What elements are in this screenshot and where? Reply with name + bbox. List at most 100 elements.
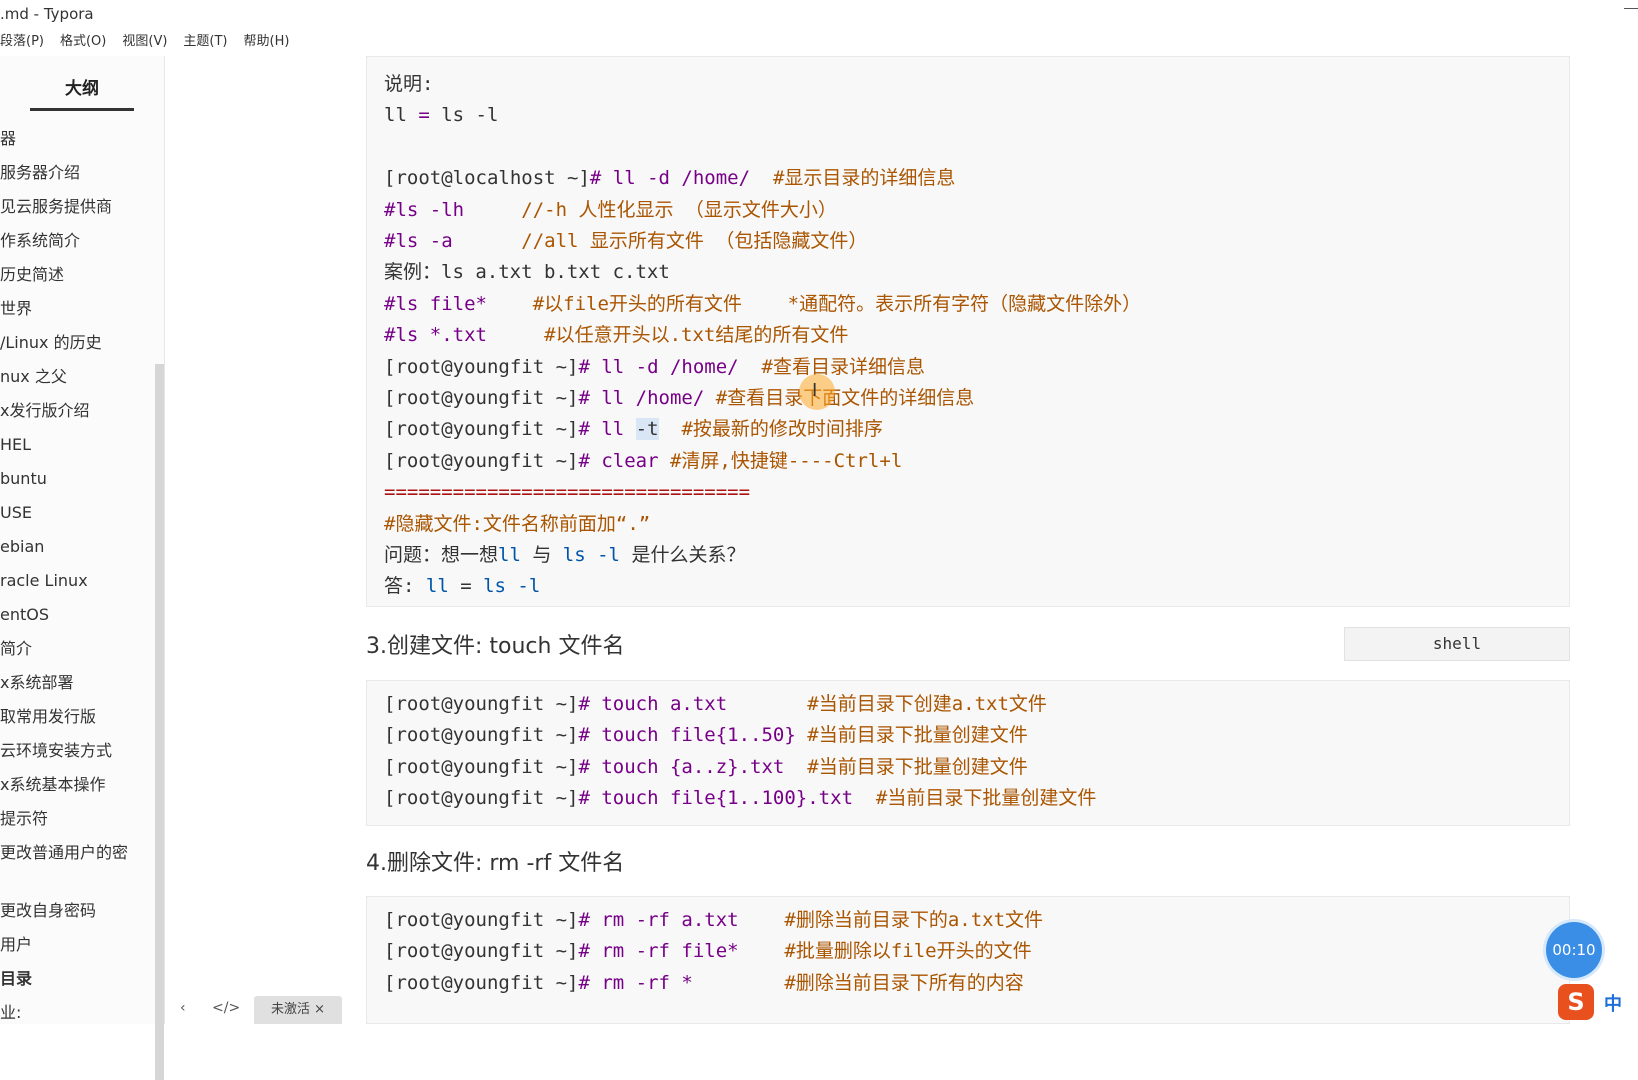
code-line[interactable]: 问题：想一想ll 与 ls -l 是什么关系？: [384, 539, 745, 571]
code-line[interactable]: [root@youngfit ~]# rm -rf * #删除当前目录下所有的内…: [384, 967, 1024, 999]
activation-status-badge[interactable]: 未激活 ×: [254, 996, 342, 1024]
code-block-rm[interactable]: [root@youngfit ~]# rm -rf a.txt #删除当前目录下…: [366, 896, 1570, 1024]
outline-item[interactable]: 服务器介绍: [0, 156, 128, 190]
code-line[interactable]: ================================: [384, 476, 750, 508]
code-line[interactable]: [root@youngfit ~]# ll -t #按最新的修改时间排序: [384, 413, 883, 445]
outline-item[interactable]: 目录: [0, 962, 128, 996]
editor[interactable]: 说明: ll = ls -l [root@localhost ~]# ll -d /…: [366, 0, 1572, 1024]
ime-toolbar[interactable]: S 中: [1558, 984, 1638, 1020]
code-token: [root@youngfit ~]: [384, 449, 579, 472]
outline-item[interactable]: 简介: [0, 632, 128, 666]
code-line[interactable]: #隐藏文件:文件名称前面加“.”: [384, 508, 650, 540]
code-token: [root@youngfit ~]: [384, 724, 579, 747]
menu-theme[interactable]: 主题(T): [183, 30, 227, 54]
code-token: ls -l: [429, 104, 499, 127]
code-token: #以任意开头以.txt结尾的所有文件: [486, 324, 849, 347]
code-token: #ls -lh: [384, 198, 465, 221]
code-line[interactable]: [root@youngfit ~]# rm -rf a.txt #删除当前目录下…: [384, 904, 1043, 936]
code-line[interactable]: #ls file* #以file开头的所有文件 *通配符。表示所有字符（隐藏文件…: [384, 288, 1141, 320]
code-token: # rm -rf *: [578, 971, 693, 994]
code-block-touch[interactable]: [root@youngfit ~]# touch a.txt #当前目录下创建a…: [366, 680, 1570, 826]
outline-item[interactable]: ebian: [0, 530, 128, 564]
code-token: =: [418, 104, 430, 127]
outline-item[interactable]: x系统部署: [0, 666, 128, 700]
code-token: # ll -d /home/: [589, 167, 751, 190]
outline-item[interactable]: x系统基本操作: [0, 768, 128, 802]
text-cursor-icon: I: [812, 380, 818, 401]
outline-item[interactable]: x发行版介绍: [0, 394, 128, 428]
outline-item[interactable]: 提示符: [0, 802, 128, 836]
code-line[interactable]: [root@youngfit ~]# touch {a..z}.txt #当前目…: [384, 751, 1028, 783]
outline-item[interactable]: 世界: [0, 292, 128, 326]
code-token: # touch a.txt: [578, 693, 728, 715]
menu-help[interactable]: 帮助(H): [244, 30, 290, 54]
outline-item[interactable]: USE: [0, 496, 128, 530]
heading-create-file: 3.创建文件: touch 文件名: [366, 634, 625, 659]
outline-item[interactable]: 历史简述: [0, 258, 128, 292]
code-line[interactable]: #ls *.txt #以任意开头以.txt结尾的所有文件: [384, 319, 848, 351]
tab-outline[interactable]: 大纲: [30, 74, 134, 99]
source-mode-icon[interactable]: </>: [212, 1000, 240, 1016]
code-token: # rm -rf file*: [578, 940, 739, 963]
code-line[interactable]: [root@youngfit ~]# touch file{1..50} #当前…: [384, 719, 1028, 751]
code-line[interactable]: ll = ls -l: [384, 99, 498, 131]
outline-item[interactable]: 作系统简介: [0, 224, 128, 258]
code-token: 问题：想一想: [384, 544, 499, 566]
menu-bar: 段落(P) 格式(O) 视图(V) 主题(T) 帮助(H): [0, 30, 305, 54]
code-line[interactable]: [root@youngfit ~]# ll /home/ #查看目录下面文件的详…: [384, 382, 974, 414]
code-line[interactable]: 案例：ls a.txt b.txt c.txt: [384, 256, 670, 288]
code-line[interactable]: 说明:: [384, 68, 433, 100]
code-line[interactable]: 答: ll = ls -l: [384, 570, 540, 602]
code-token: # ll -d /home/: [578, 355, 739, 378]
code-token: ll: [425, 575, 449, 598]
code-language-label[interactable]: shell: [1344, 627, 1570, 661]
code-token: # rm -rf a.txt: [578, 909, 739, 931]
code-token: #ls -a: [384, 230, 453, 252]
menu-paragraph[interactable]: 段落(P): [0, 30, 44, 54]
menu-format[interactable]: 格式(O): [60, 30, 106, 54]
outline-item[interactable]: /Linux 的历史: [0, 326, 128, 360]
prev-icon[interactable]: ‹: [180, 1000, 186, 1016]
code-line[interactable]: [root@youngfit ~]# ll -d /home/ #查看目录详细信…: [384, 351, 925, 383]
code-token: [root@youngfit ~]: [384, 693, 579, 715]
code-block-ls[interactable]: 说明: ll = ls -l [root@localhost ~]# ll -d /…: [366, 56, 1570, 607]
code-line[interactable]: [root@youngfit ~]# touch a.txt #当前目录下创建a…: [384, 688, 1047, 720]
outline-item[interactable]: 更改自身密码: [0, 894, 128, 928]
code-token: # touch file{1..100}.txt: [578, 787, 865, 810]
code-token: [root@youngfit ~]: [384, 387, 579, 409]
sogou-logo-icon[interactable]: S: [1558, 984, 1594, 1020]
minimize-icon[interactable]: [1624, 8, 1638, 9]
code-token: #当前目录下批量创建文件: [795, 755, 1028, 778]
code-line[interactable]: [root@youngfit ~]# clear #清屏,快捷键----Ctrl…: [384, 445, 902, 477]
menu-view[interactable]: 视图(V): [122, 30, 167, 54]
code-token: #批量删除以file开头的文件: [738, 940, 1032, 963]
code-line[interactable]: [root@localhost ~]# ll -d /home/ #显示目录的详…: [384, 162, 955, 194]
sidebar-scrollbar[interactable]: [155, 364, 164, 1080]
outline-item[interactable]: entOS: [0, 598, 128, 632]
ime-mode-label[interactable]: 中: [1604, 990, 1622, 1016]
code-token: 答:: [384, 575, 426, 598]
outline-item[interactable]: racle Linux: [0, 564, 128, 598]
outline-item[interactable]: HEL: [0, 428, 128, 462]
outline-item[interactable]: buntu: [0, 462, 128, 496]
outline-item[interactable]: 见云服务提供商: [0, 190, 128, 224]
code-token: [root@youngfit ~]: [384, 940, 579, 963]
code-line[interactable]: #ls -a //all 显示所有文件 （包括隐藏文件）: [384, 225, 867, 257]
outline-item[interactable]: 用户: [0, 928, 128, 962]
code-token: ================================: [384, 481, 751, 504]
code-token: # ll /home/: [578, 387, 716, 409]
recording-timer[interactable]: 00:10: [1546, 922, 1602, 978]
outline-item[interactable]: 取常用发行版: [0, 700, 128, 734]
code-line[interactable]: [root@youngfit ~]# rm -rf file* #批量删除以fi…: [384, 935, 1032, 967]
code-token: [root@youngfit ~]: [384, 755, 579, 778]
code-line[interactable]: #ls -lh //-h 人性化显示 （显示文件大小）: [384, 194, 837, 226]
outline-item[interactable]: nux 之父: [0, 360, 128, 394]
outline-item[interactable]: 云环境安装方式: [0, 734, 128, 768]
code-token: =: [448, 575, 484, 598]
outline-item[interactable]: 器: [0, 122, 128, 156]
code-token: #显示目录的详细信息: [750, 167, 956, 190]
code-token: #当前目录下创建a.txt文件: [727, 693, 1047, 715]
code-line[interactable]: [root@youngfit ~]# touch file{1..100}.tx…: [384, 782, 1096, 814]
outline-item[interactable]: 更改普通用户的密: [0, 836, 128, 870]
code-token: #当前目录下批量创建文件: [864, 787, 1097, 810]
